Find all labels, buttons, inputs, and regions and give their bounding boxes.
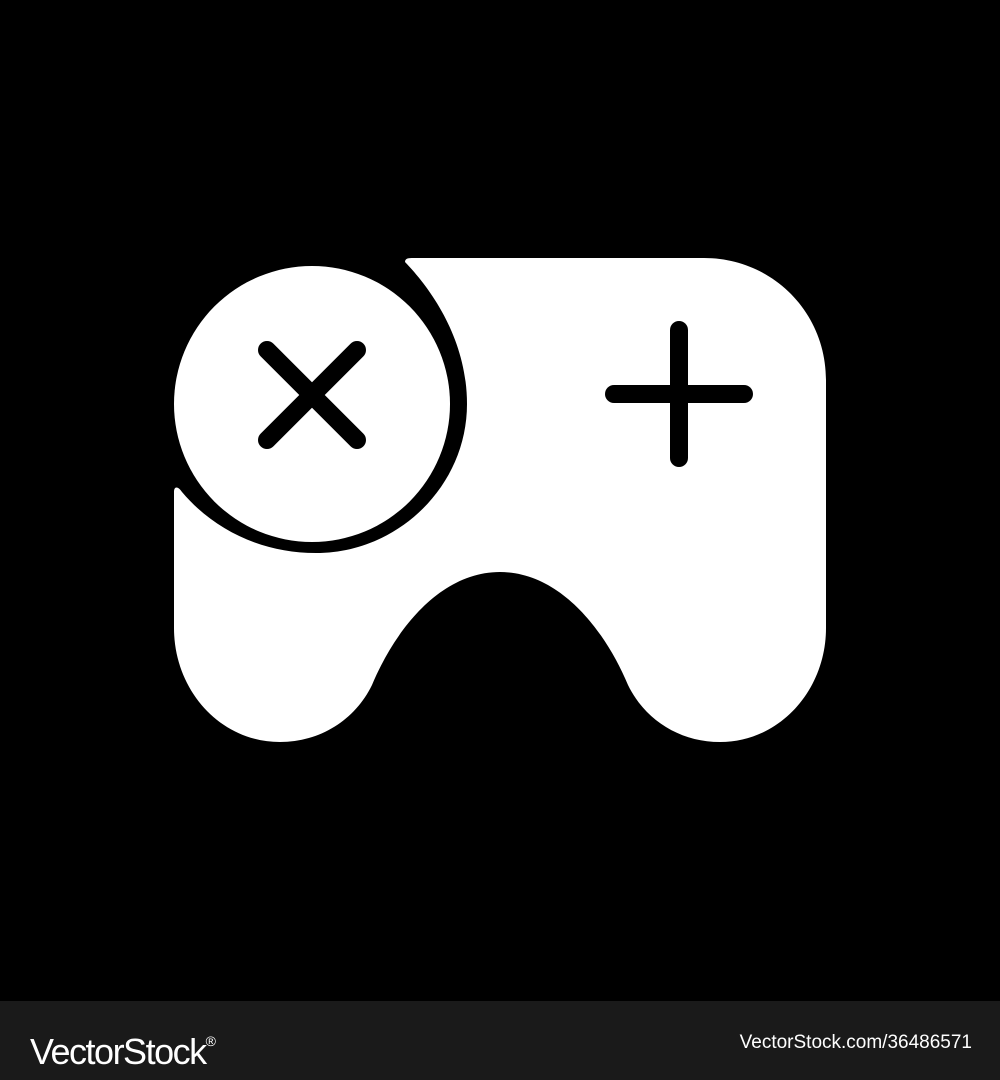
x-button-icon [174,266,450,542]
registered-mark: ® [205,1033,216,1049]
watermark-footer: VectorStock® VectorStock.com/36486571 [0,1000,1000,1080]
artwork [174,258,826,742]
image-id-text: VectorStock.com/36486571 [739,1032,972,1053]
vectorstock-logo: VectorStock® [30,1017,216,1076]
image-canvas: VectorStock® VectorStock.com/36486571 [0,0,1000,1080]
brand-name: VectorStock [30,1031,207,1072]
